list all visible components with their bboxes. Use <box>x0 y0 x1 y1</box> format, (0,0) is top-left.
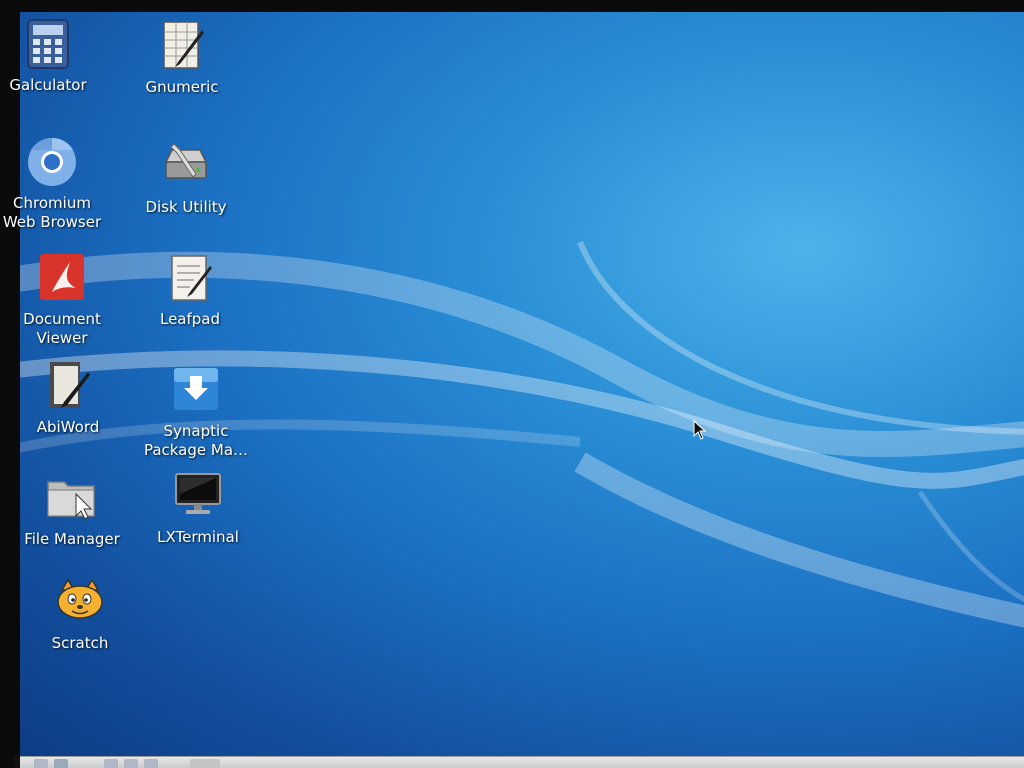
taskbar-launcher[interactable] <box>124 759 138 768</box>
terminal-icon <box>172 470 224 522</box>
text-editor-icon <box>164 252 216 304</box>
desktop-icon-label: LXTerminal <box>157 528 239 546</box>
desktop-icon-label: File Manager <box>24 530 120 548</box>
desktop-icon-label: Gnumeric <box>145 78 219 96</box>
document-viewer-icon <box>36 252 88 304</box>
calculator-icon <box>22 18 74 70</box>
menu-button[interactable] <box>34 759 48 768</box>
scratch-cat-icon <box>54 576 106 628</box>
desktop-icon-file-manager[interactable]: File Manager <box>12 472 132 549</box>
desktop-icon-label: Galculator <box>9 76 87 94</box>
monitor-bezel-top <box>0 0 1024 12</box>
desktop-icon-label: Leafpad <box>159 310 221 328</box>
desktop-icon-disk-utility[interactable]: Disk Utility <box>126 140 246 217</box>
desktop-icon-leafpad[interactable]: Leafpad <box>130 252 250 329</box>
desktop-icon-synaptic[interactable]: Synaptic Package Ma… <box>136 364 256 460</box>
taskbar-launcher[interactable] <box>190 759 220 768</box>
desktop-icon-abiword[interactable]: AbiWord <box>8 360 128 437</box>
word-processor-icon <box>42 360 94 412</box>
screen: Galculator Gnumeric Chromium Web Browser… <box>0 0 1024 768</box>
taskbar-launcher[interactable] <box>144 759 158 768</box>
desktop-icon-label: Scratch <box>51 634 109 652</box>
taskbar[interactable] <box>20 756 1024 768</box>
desktop-icon-label: AbiWord <box>36 418 100 436</box>
disk-utility-icon <box>160 140 212 192</box>
desktop-icon-galculator[interactable]: Galculator <box>0 18 108 95</box>
taskbar-launcher[interactable] <box>104 759 118 768</box>
desktop-icon-scratch[interactable]: Scratch <box>20 576 140 653</box>
chromium-icon <box>26 136 78 188</box>
desktop-icon-label: Disk Utility <box>145 198 227 216</box>
desktop-icon-document-viewer[interactable]: Document Viewer <box>2 252 122 348</box>
mouse-pointer-icon <box>693 420 707 440</box>
desktop-icon-label: Document Viewer <box>23 310 101 347</box>
package-manager-icon <box>170 364 222 416</box>
spreadsheet-icon <box>156 20 208 72</box>
taskbar-launcher[interactable] <box>54 759 68 768</box>
desktop-icon-chromium[interactable]: Chromium Web Browser <box>0 136 112 232</box>
desktop-icon-label: Synaptic Package Ma… <box>143 422 249 459</box>
desktop-icon-gnumeric[interactable]: Gnumeric <box>122 20 242 97</box>
desktop-icon-lxterminal[interactable]: LXTerminal <box>138 470 258 547</box>
desktop-icon-label: Chromium Web Browser <box>2 194 102 231</box>
folder-icon <box>46 472 98 524</box>
